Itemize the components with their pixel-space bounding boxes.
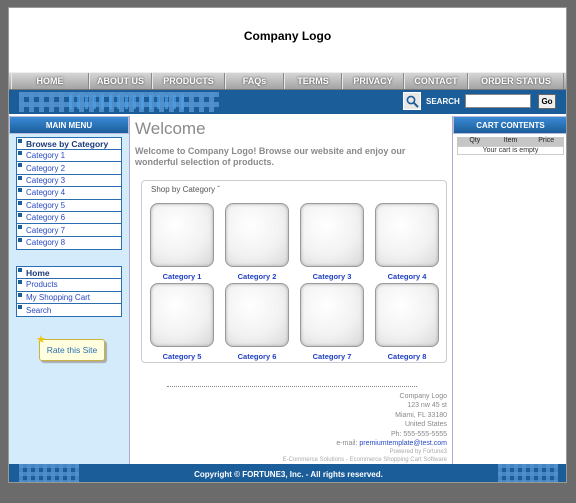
- category-tile[interactable]: Category 6: [225, 283, 289, 361]
- home-link[interactable]: Home: [17, 267, 121, 280]
- category-tile[interactable]: Category 5: [150, 283, 214, 361]
- category-tile[interactable]: Category 4: [375, 203, 439, 281]
- cart-col-price: Price: [538, 137, 555, 144]
- sidebar-category-link[interactable]: Category 2: [17, 162, 121, 175]
- nav-terms[interactable]: TERMS: [284, 73, 342, 89]
- category-image[interactable]: [375, 283, 439, 347]
- cart-empty-message: Your cart is empty: [457, 146, 564, 155]
- star-icon: ★: [36, 334, 46, 346]
- logo-area: Company Logo: [9, 8, 566, 72]
- pixel-decoration: [69, 95, 189, 109]
- sidebar-category-link[interactable]: Category 3: [17, 175, 121, 188]
- category-label[interactable]: Category 8: [375, 352, 439, 361]
- right-sidebar: CART CONTENTS Qty Item Price Your cart i…: [452, 116, 566, 464]
- address-country: United States: [404, 421, 447, 429]
- shop-by-category-title: Shop by Category ˇ: [151, 185, 220, 194]
- search-label: SEARCH: [426, 97, 460, 106]
- company-address: Company Logo 123 nw 45 st Miami, FL 3318…: [283, 392, 447, 464]
- category-menu: Browse by Category Category 1 Category 2…: [16, 137, 122, 251]
- category-image[interactable]: [150, 283, 214, 347]
- nav-order-status[interactable]: ORDER STATUS: [468, 73, 564, 89]
- sidebar-category-link[interactable]: Category 8: [17, 237, 121, 249]
- address-company: Company Logo: [399, 393, 447, 400]
- nav-contact[interactable]: CONTACT: [404, 73, 468, 89]
- category-image[interactable]: [300, 203, 364, 267]
- category-tile[interactable]: Category 8: [375, 283, 439, 361]
- page: Company Logo HOME ABOUT US PRODUCTS FAQs…: [8, 7, 567, 483]
- address-email-row: e-mail: premiumtemplate@test.com: [283, 439, 447, 448]
- nav-privacy[interactable]: PRIVACY: [342, 73, 404, 89]
- browse-by-category-heading[interactable]: Browse by Category: [17, 138, 121, 150]
- top-navigation: HOME ABOUT US PRODUCTS FAQs TERMS PRIVAC…: [9, 72, 566, 90]
- cart-table-header: Qty Item Price: [457, 137, 564, 146]
- left-sidebar: MAIN MENU Browse by Category Category 1 …: [9, 116, 130, 464]
- cart-col-item: Item: [503, 137, 518, 144]
- category-tile[interactable]: Category 1: [150, 203, 214, 281]
- cart-col-qty: Qty: [469, 137, 481, 144]
- main-menu-title: MAIN MENU: [9, 116, 129, 134]
- dotted-divider: [167, 386, 417, 387]
- page-title: Welcome: [135, 119, 206, 138]
- company-logo[interactable]: Company Logo: [244, 29, 331, 43]
- search-link[interactable]: Search: [17, 304, 121, 316]
- pixel-decoration: [19, 464, 79, 482]
- category-label[interactable]: Category 6: [225, 352, 289, 361]
- sidebar-category-link[interactable]: Category 1: [17, 150, 121, 163]
- category-image[interactable]: [225, 203, 289, 267]
- shop-by-category-box: Shop by Category ˇ Category 1 Category 2…: [141, 180, 447, 363]
- pixel-decoration: [498, 464, 558, 482]
- category-label[interactable]: Category 2: [225, 272, 289, 281]
- site-links-menu: Home Products My Shopping Cart Search: [16, 266, 122, 318]
- products-link[interactable]: Products: [17, 279, 121, 292]
- sidebar-category-link[interactable]: Category 5: [17, 200, 121, 212]
- address-phone: Ph: 555-555-5555: [390, 430, 447, 438]
- address-street: 123 nw 45 st: [407, 402, 447, 410]
- rate-this-site-button[interactable]: Rate this Site: [39, 339, 105, 361]
- welcome-text: Welcome to Company Logo! Browse our webs…: [135, 146, 406, 167]
- footer: Copyright © FORTUNE3, Inc. - All rights …: [9, 464, 566, 482]
- my-shopping-cart-link[interactable]: My Shopping Cart: [17, 292, 121, 304]
- sidebar-category-link[interactable]: Category 7: [17, 224, 121, 237]
- category-label[interactable]: Category 1: [150, 272, 214, 281]
- category-image[interactable]: [375, 203, 439, 267]
- nav-faqs[interactable]: FAQs: [225, 73, 284, 89]
- email-label: e-mail:: [336, 440, 360, 448]
- copyright-text: Copyright © FORTUNE3, Inc. - All rights …: [194, 469, 383, 479]
- address-city: Miami, FL 33180: [395, 411, 447, 419]
- category-image[interactable]: [225, 283, 289, 347]
- category-label[interactable]: Category 7: [300, 352, 364, 361]
- category-image[interactable]: [300, 283, 364, 347]
- sidebar-category-link[interactable]: Category 4: [17, 187, 121, 200]
- search-input[interactable]: [465, 94, 531, 108]
- category-tile[interactable]: Category 7: [300, 283, 364, 361]
- category-tile[interactable]: Category 3: [300, 203, 364, 281]
- category-image[interactable]: [150, 203, 214, 267]
- cart-contents-title: CART CONTENTS: [453, 116, 566, 134]
- nav-home[interactable]: HOME: [11, 73, 89, 89]
- main-content: Welcome Welcome to Company Logo! Browse …: [131, 116, 452, 464]
- search-icon[interactable]: [403, 92, 421, 110]
- nav-products[interactable]: PRODUCTS: [152, 73, 225, 89]
- search-bar: SEARCH Go: [9, 90, 566, 114]
- go-button[interactable]: Go: [538, 94, 556, 109]
- category-label[interactable]: Category 4: [375, 272, 439, 281]
- nav-about-us[interactable]: ABOUT US: [89, 73, 152, 89]
- email-link[interactable]: premiumtemplate@test.com: [359, 440, 447, 447]
- sidebar-category-link[interactable]: Category 6: [17, 212, 121, 225]
- category-label[interactable]: Category 3: [300, 272, 364, 281]
- category-tile[interactable]: Category 2: [225, 203, 289, 281]
- powered-by-link[interactable]: Powered by Fortune3: [283, 448, 447, 456]
- category-label[interactable]: Category 5: [150, 352, 214, 361]
